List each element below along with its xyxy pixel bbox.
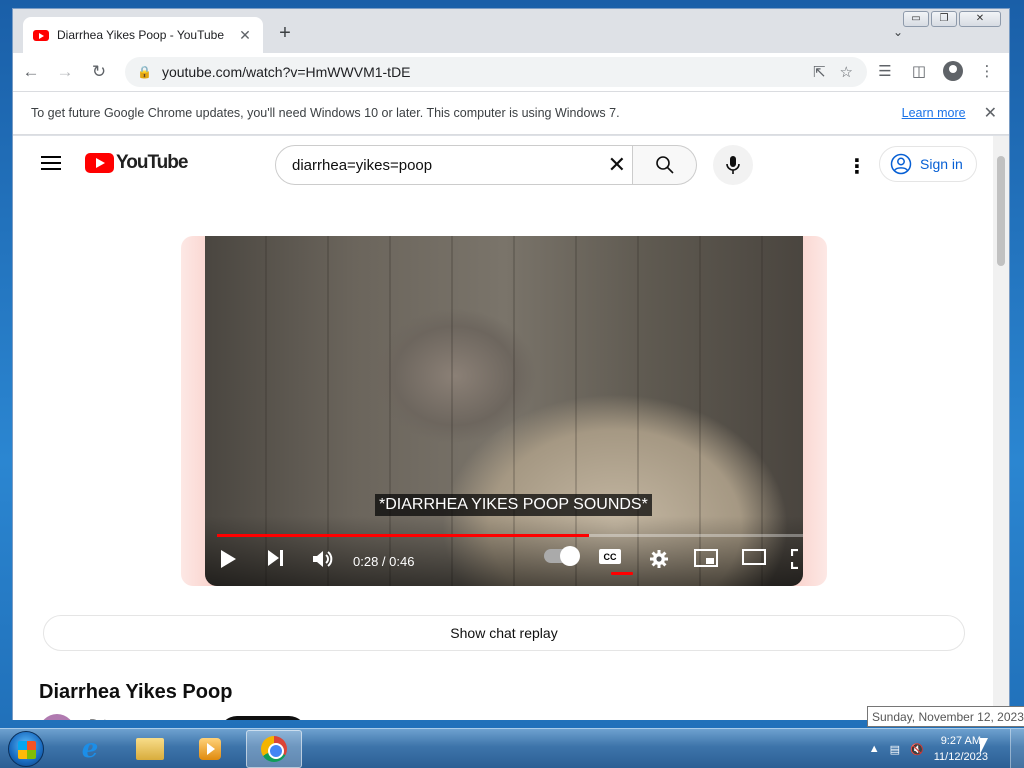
share-icon[interactable]: ⇱ [813, 63, 826, 81]
mute-button[interactable] [311, 549, 335, 569]
tab-search-chevron-icon[interactable]: ⌄ [893, 25, 903, 39]
search-icon [655, 156, 674, 174]
channel-avatar[interactable] [39, 714, 75, 720]
mouse-cursor-icon [980, 738, 988, 754]
taskbar-internet-explorer[interactable]: e [62, 730, 118, 768]
progress-fill [217, 534, 590, 537]
search-input[interactable]: diarrhea=yikes=poop ✕ [275, 145, 633, 185]
profile-button[interactable] [939, 57, 967, 85]
forward-button[interactable]: → [49, 56, 81, 88]
side-panel-icon[interactable]: ◫ [905, 57, 933, 85]
browser-toolbar: ← → ↻ 🔒 youtube.com/watch?v=HmWWVM1-tDE … [13, 53, 1009, 91]
toolbar-right: ☰ ◫ ⋮ [871, 57, 1001, 85]
date-tooltip: Sunday, November 12, 2023 [867, 706, 1024, 727]
taskbar-chrome[interactable] [246, 730, 302, 768]
maximize-button[interactable]: ❐ [931, 11, 957, 27]
chrome-icon [261, 736, 287, 762]
theater-mode-button[interactable] [741, 549, 767, 565]
page-scrollbar[interactable]: ▼ [993, 136, 1009, 720]
skip-next-icon [268, 550, 283, 566]
youtube-play-logo-icon [85, 153, 114, 173]
scrollbar-thumb[interactable] [997, 156, 1005, 266]
video-player[interactable]: *DIARRHEA YIKES POOP SOUNDS* 0:28 / 0:46… [205, 236, 803, 586]
close-window-button[interactable]: ✕ [959, 11, 1001, 27]
bookmark-star-icon[interactable]: ☆ [840, 63, 853, 81]
video-title: Diarrhea Yikes Poop [39, 681, 233, 703]
video-caption: *DIARRHEA YIKES POOP SOUNDS* [375, 494, 652, 516]
sign-in-label: Sign in [920, 156, 963, 172]
progress-bar[interactable] [217, 534, 803, 537]
volume-muted-icon[interactable]: 🔇 [910, 743, 924, 756]
miniplayer-button[interactable] [693, 549, 719, 567]
search-button[interactable] [633, 145, 697, 185]
chrome-menu-icon[interactable]: ⋮ [973, 57, 1001, 85]
microphone-icon [726, 156, 740, 174]
profile-avatar-icon [943, 61, 963, 81]
url-text[interactable]: youtube.com/watch?v=HmWWVM1-tDE [162, 64, 813, 80]
show-chat-replay-button[interactable]: Show chat replay [43, 615, 965, 651]
internet-explorer-icon: e [81, 734, 99, 764]
account-circle-icon [890, 153, 912, 175]
update-infobar: To get future Google Chrome updates, you… [13, 91, 1009, 135]
youtube-logo[interactable]: YouTube [85, 152, 188, 174]
fullscreen-button[interactable] [789, 549, 803, 569]
tab-title: Diarrhea Yikes Poop - YouTube [57, 28, 224, 42]
subscribe-button[interactable] [219, 716, 307, 720]
folder-icon [136, 738, 164, 760]
tab-strip: Diarrhea Yikes Poop - YouTube ✕ + ⌄ ▭ ❐ … [13, 9, 1009, 53]
show-hidden-icons-icon[interactable]: ▲ [869, 743, 880, 755]
tab-active[interactable]: Diarrhea Yikes Poop - YouTube ✕ [23, 17, 263, 53]
settings-button[interactable] [647, 549, 671, 569]
system-tray: ▲ ▤ 🔇 9:27 AM 11/12/2023 [869, 729, 1024, 768]
taskbar-explorer[interactable] [122, 730, 178, 768]
reload-button[interactable]: ↻ [83, 56, 115, 88]
search-query[interactable]: diarrhea=yikes=poop [292, 157, 608, 174]
taskbar: e ▲ ▤ 🔇 9:27 AM 11/12/2023 [0, 728, 1024, 768]
miniplayer-icon [694, 549, 718, 567]
cc-active-indicator [611, 572, 633, 575]
play-button[interactable] [217, 549, 239, 569]
windows-logo-icon [18, 741, 36, 759]
voice-search-button[interactable] [713, 145, 753, 185]
youtube-page: YouTube diarrhea=yikes=poop ✕ ⋮ Sign in … [13, 136, 995, 720]
volume-icon [313, 551, 333, 567]
cc-icon: CC [599, 549, 621, 564]
youtube-header: YouTube diarrhea=yikes=poop ✕ ⋮ Sign in [13, 136, 995, 192]
back-button[interactable]: ← [15, 56, 47, 88]
play-icon [221, 550, 236, 568]
autoplay-toggle[interactable] [541, 546, 581, 566]
chrome-window: Diarrhea Yikes Poop - YouTube ✕ + ⌄ ▭ ❐ … [12, 8, 1010, 720]
channel-name[interactable]: D t [89, 716, 107, 720]
window-controls: ▭ ❐ ✕ [903, 11, 1001, 27]
sign-in-button[interactable]: Sign in [879, 146, 977, 182]
gear-icon [650, 550, 668, 568]
media-queue-icon[interactable]: ☰ [871, 57, 899, 85]
network-icon[interactable]: ▤ [890, 743, 900, 756]
time-display: 0:28 / 0:46 [353, 554, 415, 569]
address-bar[interactable]: 🔒 youtube.com/watch?v=HmWWVM1-tDE ⇱ ☆ [125, 57, 867, 87]
fullscreen-icon [791, 549, 798, 569]
theater-mode-icon [742, 549, 766, 565]
minimize-button[interactable]: ▭ [903, 11, 929, 27]
autoplay-toggle-icon [544, 546, 580, 566]
youtube-wordmark: YouTube [116, 152, 188, 173]
learn-more-link[interactable]: Learn more [902, 106, 966, 120]
next-button[interactable] [265, 549, 287, 567]
infobar-message: To get future Google Chrome updates, you… [31, 106, 620, 120]
new-tab-button[interactable]: + [275, 23, 295, 43]
show-desktop-button[interactable] [1010, 729, 1024, 768]
clear-search-button[interactable]: ✕ [608, 152, 626, 178]
subtitles-button[interactable]: CC [599, 549, 621, 564]
tab-close-button[interactable]: ✕ [237, 27, 253, 44]
taskbar-media-player[interactable] [182, 730, 238, 768]
infobar-close-button[interactable]: ✕ [984, 103, 997, 123]
hamburger-menu-icon[interactable] [41, 156, 61, 170]
youtube-favicon-icon [33, 29, 49, 41]
lock-icon[interactable]: 🔒 [137, 65, 152, 79]
media-player-icon [199, 738, 221, 760]
start-button[interactable] [8, 731, 44, 767]
settings-menu-icon[interactable]: ⋮ [847, 154, 867, 179]
